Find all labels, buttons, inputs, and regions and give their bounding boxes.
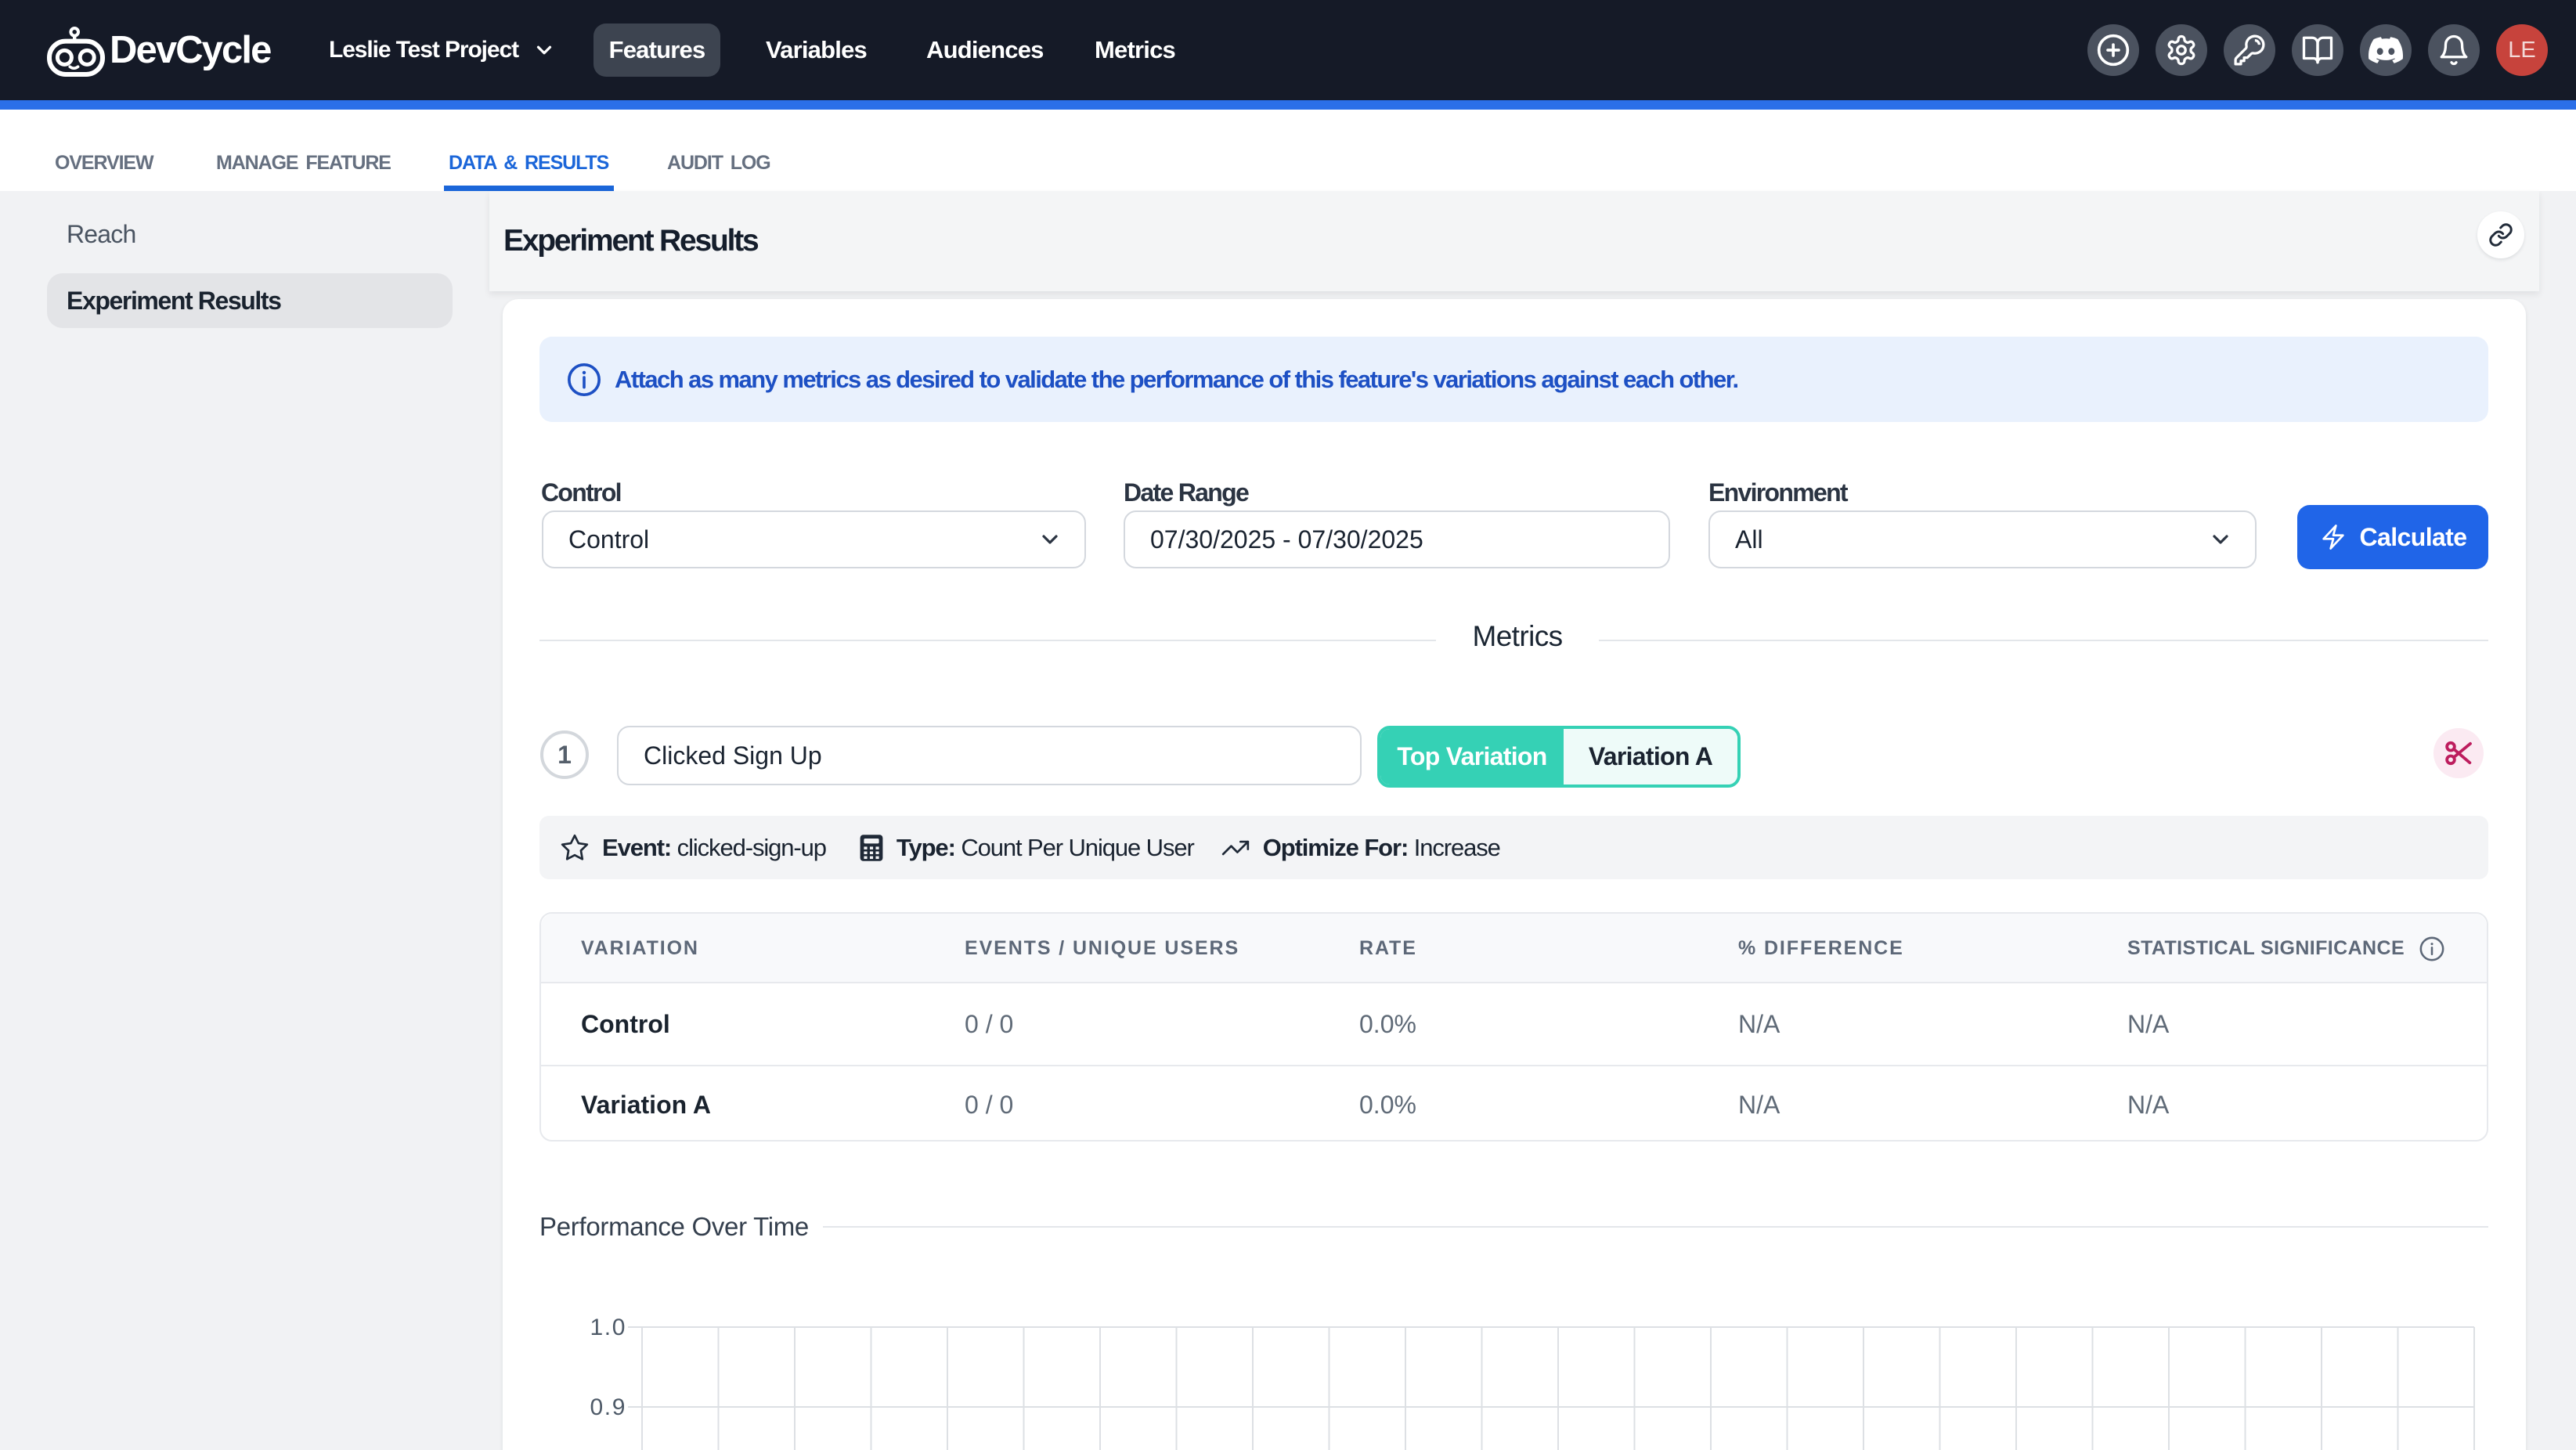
svg-text:0.9: 0.9 [590, 1394, 626, 1420]
svg-text:1.0: 1.0 [590, 1315, 626, 1340]
